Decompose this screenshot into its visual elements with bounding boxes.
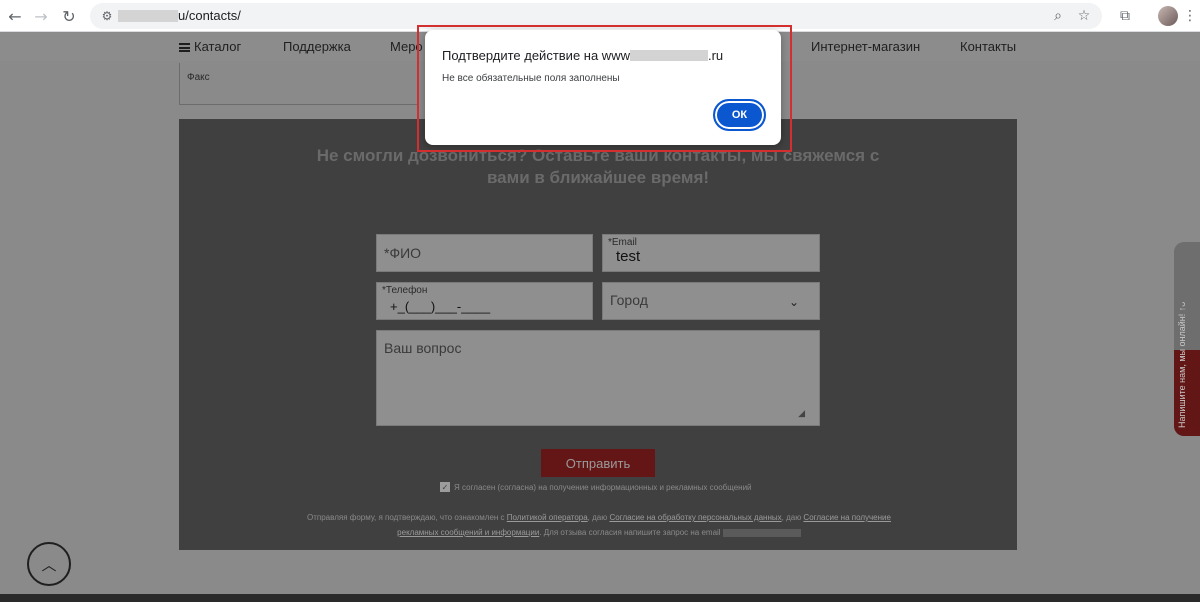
bookmark-star-icon[interactable]: ☆ <box>1074 6 1094 26</box>
consent-row: ✓ Я согласен (согласна) на получение инф… <box>440 482 752 492</box>
policy-suffix: . Для отзыва согласия напишите запрос на… <box>539 528 721 537</box>
zoom-icon[interactable]: ⌕ <box>1048 6 1068 26</box>
phone-input[interactable]: *Телефон +_(___)___-____ <box>376 282 593 320</box>
forward-arrow-icon[interactable]: → <box>29 4 53 28</box>
nav-catalog-label: Каталог <box>194 39 242 54</box>
dialog-title: Подтвердите действие на www .ru <box>442 48 723 63</box>
policy-prefix: Отправляя форму, я подтверждаю, что озна… <box>307 513 507 522</box>
question-placeholder: Ваш вопрос <box>384 340 462 356</box>
policy-mid2: , даю <box>781 513 804 522</box>
confirm-dialog: Подтвердите действие на www .ru Не все об… <box>425 30 781 145</box>
policy-mid1: , даю <box>587 513 610 522</box>
dialog-title-suffix: .ru <box>707 48 724 63</box>
question-textarea[interactable]: Ваш вопрос ◢ <box>376 330 820 426</box>
policy-text: Отправляя форму, я подтверждаю, что озна… <box>289 510 909 540</box>
chat-widget-label: Напишите нам, мы онлайн! ↑ᴗ <box>1177 301 1187 428</box>
fax-field: Факс <box>179 63 419 105</box>
redacted-email <box>722 528 801 537</box>
menu-burger-icon <box>179 43 190 53</box>
fio-input[interactable]: *ФИО <box>376 234 593 272</box>
email-label: *Email <box>608 237 637 248</box>
form-title-line1: Не смогли дозвониться? Оставьте ваши кон… <box>316 146 880 165</box>
ok-button[interactable]: ОК <box>713 99 766 131</box>
fax-label: Факс <box>187 72 210 83</box>
reload-icon[interactable]: ↻ <box>57 4 81 28</box>
nav-events[interactable]: Меро <box>390 39 423 54</box>
contact-form-panel: Не смогли дозвониться? Оставьте ваши кон… <box>179 119 1017 550</box>
back-arrow-icon[interactable]: ← <box>3 4 27 28</box>
chevron-down-icon: ⌄ <box>788 295 799 309</box>
nav-support[interactable]: Поддержка <box>283 39 351 54</box>
nav-contacts[interactable]: Контакты <box>960 39 1016 54</box>
extensions-icon[interactable]: ⧉ <box>1113 4 1137 28</box>
fio-placeholder: *ФИО <box>384 245 422 261</box>
address-bar[interactable]: ⚙ u/contacts/ ⌕ ☆ <box>90 3 1102 29</box>
email-input[interactable]: *Email test <box>602 234 820 272</box>
personal-data-consent-link[interactable]: Согласие на обработку персональных данны… <box>609 513 781 522</box>
footer-bar <box>0 594 1200 602</box>
form-title-line2: вами в ближайшее время! <box>486 168 710 187</box>
city-placeholder: Город <box>610 292 648 308</box>
redacted-domain <box>118 10 178 22</box>
redacted-domain <box>629 50 708 61</box>
form-title: Не смогли дозвониться? Оставьте ваши кон… <box>179 145 1017 189</box>
phone-label: *Телефон <box>382 285 428 296</box>
url-text: u/contacts/ <box>178 8 241 23</box>
operator-policy-link[interactable]: Политикой оператора <box>507 513 588 522</box>
email-value: test <box>616 248 641 265</box>
dialog-title-prefix: Подтвердите действие на www <box>442 48 630 63</box>
city-select[interactable]: Город ⌄ <box>602 282 820 320</box>
browser-toolbar: ← → ↻ ⚙ u/contacts/ ⌕ ☆ ⧉ ⋮ <box>0 0 1200 32</box>
dialog-message: Не все обязательные поля заполнены <box>442 73 620 84</box>
resize-handle-icon[interactable]: ◢ <box>798 409 805 419</box>
nav-catalog[interactable]: Каталог <box>179 39 241 54</box>
menu-icon[interactable]: ⋮ <box>1178 4 1200 28</box>
chat-widget-tab[interactable]: Напишите нам, мы онлайн! ↑ᴗ <box>1174 242 1200 436</box>
nav-shop[interactable]: Интернет-магазин <box>811 39 920 54</box>
submit-button[interactable]: Отправить <box>541 449 655 477</box>
scroll-up-button[interactable]: ︿ <box>27 542 71 586</box>
profile-avatar[interactable] <box>1158 6 1178 26</box>
phone-mask: +_(___)___-____ <box>390 299 491 314</box>
site-settings-icon[interactable]: ⚙ <box>98 7 116 25</box>
consent-checkbox[interactable]: ✓ <box>440 482 450 492</box>
consent-text: Я согласен (согласна) на получение инфор… <box>454 482 752 492</box>
